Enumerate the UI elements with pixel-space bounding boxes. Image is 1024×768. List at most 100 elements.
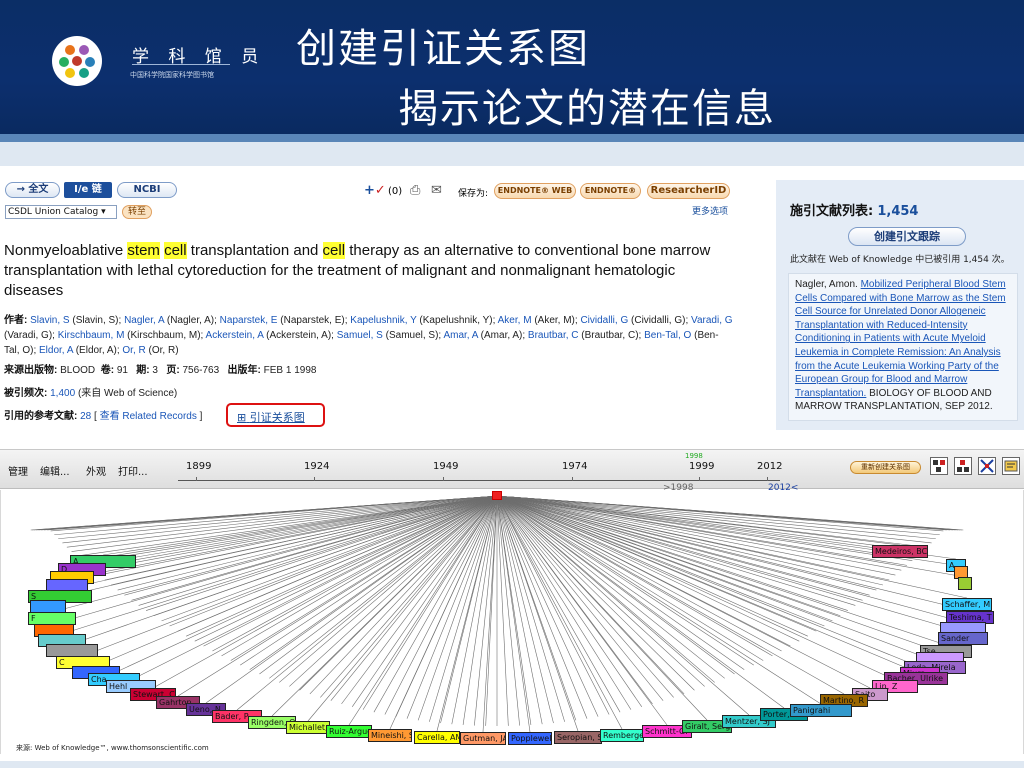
forward-view-icon[interactable] <box>954 457 972 475</box>
citation-link <box>496 495 543 725</box>
author-fullname: (Cividalli, G); <box>628 315 692 326</box>
citing-node[interactable]: Seropian, S <box>554 731 602 744</box>
logo-underline <box>132 64 230 65</box>
root-article-node[interactable] <box>492 491 502 500</box>
citation-link <box>496 495 705 687</box>
timeline-tick <box>314 477 315 481</box>
publication-year-marker: 1998 <box>685 452 703 460</box>
source-footnote: 来源: Web of Knowledge™, www.thomsonscient… <box>16 744 209 752</box>
author-link[interactable]: Brautbar, C <box>528 330 579 341</box>
citation-link <box>131 495 498 601</box>
banner-band <box>0 142 1024 166</box>
citation-link <box>496 495 565 722</box>
logo-subtitle: 中国科学院国家科学图书馆 <box>130 71 214 79</box>
author-link[interactable]: Samuel, S <box>337 330 383 341</box>
author-fullname: (Or, R) <box>145 345 179 356</box>
citation-link <box>496 495 745 670</box>
related-records-link[interactable]: Related Records <box>122 411 196 422</box>
author-link[interactable]: Ben-Tal, O <box>644 330 691 341</box>
author-fullname: (Aker, M); <box>531 315 581 326</box>
source-line: 来源出版物: BLOOD 卷: 91 期: 3 页: 756-763 出版年: … <box>4 365 317 376</box>
create-citation-alert-button[interactable]: 创建引文跟踪 <box>848 227 966 246</box>
citing-node[interactable]: Sander <box>938 632 988 645</box>
timeline-tick <box>443 477 444 481</box>
author-fullname: (Kirschbaum, M); <box>124 330 206 341</box>
menu-print[interactable]: 打印... <box>118 463 148 478</box>
citing-node[interactable] <box>958 577 972 590</box>
slide-title-line2: 揭示论文的潜在信息 <box>398 86 776 132</box>
timeline-axis <box>178 480 780 481</box>
author-link[interactable]: Cividalli, G <box>580 315 628 326</box>
citation-link <box>259 495 498 675</box>
more-options-link[interactable]: 更多选项 <box>692 204 728 217</box>
author-fullname: (Brautbar, C); <box>578 330 645 341</box>
citation-link <box>152 495 498 689</box>
citing-node[interactable]: Gutman, JA <box>460 732 506 745</box>
author-link[interactable]: Kirschbaum, M <box>58 330 125 341</box>
citing-node[interactable]: Ruiz-Arguell <box>326 725 372 738</box>
latest-citing-title-link[interactable]: Mobilized Peripheral Blood Stem Cells Co… <box>795 279 1006 399</box>
author-link[interactable]: Nagler, A <box>124 315 164 326</box>
citing-node[interactable]: Panigrahi <box>790 704 852 717</box>
cited-refs-line: 引用的参考文献: 28 [ 查看 Related Records ] <box>4 411 203 422</box>
save-as-label: 保存为: <box>458 189 489 199</box>
author-link[interactable]: Eldor, A <box>39 345 73 356</box>
citation-map-button[interactable]: ⊞ 引证关系图 <box>226 403 325 427</box>
citation-link <box>496 495 863 601</box>
timeline-tick <box>196 477 197 481</box>
rebuild-map-button[interactable]: 重新创建关系图 <box>850 461 921 474</box>
timeline-year-1924: 1924 <box>304 461 330 472</box>
researcherid-button[interactable]: ResearcherID <box>647 183 730 199</box>
citation-link <box>496 495 908 566</box>
citing-node[interactable]: Remberger <box>600 729 644 742</box>
citation-link <box>496 495 532 725</box>
print-icon[interactable]: ⎙ <box>410 183 420 198</box>
menu-appearance[interactable]: 外观 <box>86 463 106 478</box>
author-link[interactable]: Aker, M <box>498 315 532 326</box>
cited-refs-link[interactable]: 28 <box>80 411 91 422</box>
menu-manage[interactable]: 管理 <box>8 463 28 478</box>
citing-node[interactable]: Mineishi, S <box>368 729 412 742</box>
citation-links <box>30 495 971 733</box>
backward-view-icon[interactable] <box>930 457 948 475</box>
author-link[interactable]: Slavin, S <box>30 315 69 326</box>
fulltext-button[interactable]: → 全文 <box>5 182 60 198</box>
author-link[interactable]: Amar, A <box>443 330 477 341</box>
author-link[interactable]: Or, R <box>122 345 145 356</box>
citing-note: 此文献在 Web of Knowledge 中已被引用 1,454 次。 <box>790 255 1010 265</box>
transfer-button[interactable]: 转至 <box>122 205 153 219</box>
citing-node[interactable]: Michallet, M <box>286 721 330 734</box>
authors-list: 作者: Slavin, S (Slavin, S); Nagler, A (Na… <box>4 315 733 356</box>
email-icon[interactable]: ✉ <box>431 183 442 198</box>
citation-link <box>496 495 674 698</box>
both-directions-icon[interactable] <box>978 457 996 475</box>
endnote-web-button[interactable]: ENDNOTE® WEB <box>494 183 576 199</box>
endnote-button[interactable]: ENDNOTE® <box>580 183 641 199</box>
bottom-band <box>0 761 1024 768</box>
catalog-select[interactable]: CSDL Union Catalog ▾ <box>5 205 117 219</box>
author-link[interactable]: Naparstek, E <box>220 315 278 326</box>
citation-link <box>485 495 498 726</box>
citing-node[interactable]: Medeiros, BC <box>872 545 928 558</box>
citation-link <box>496 495 520 726</box>
citing-node[interactable]: Schaffer, M <box>942 598 992 611</box>
library-logo-icon <box>52 36 102 86</box>
add-marked-icon[interactable]: +✓ <box>364 183 386 198</box>
citing-count-link[interactable]: 1,454 <box>877 204 918 219</box>
author-link[interactable]: Varadi, G <box>691 315 733 326</box>
map-options-icon[interactable] <box>1002 457 1020 475</box>
menu-edit[interactable]: 编辑... <box>40 463 70 478</box>
times-cited-link[interactable]: 1,400 <box>50 388 75 399</box>
citation-link <box>496 495 509 726</box>
author-link[interactable]: Kapelushnik, Y <box>350 315 416 326</box>
author-link[interactable]: Ackerstein, A <box>206 330 264 341</box>
author-fullname: (Ackerstein, A); <box>263 330 337 341</box>
citation-link <box>203 495 498 647</box>
citing-node[interactable]: Popplewell <box>508 732 552 745</box>
ncbi-button[interactable]: NCBI <box>117 182 177 198</box>
linker-button[interactable]: Ⅰ/e 链 <box>64 182 112 198</box>
citing-node[interactable]: Carella, AM <box>414 731 460 744</box>
citation-link <box>496 495 841 617</box>
timeline-tick <box>699 477 700 481</box>
view-refs-link[interactable]: 查看 <box>100 411 120 422</box>
